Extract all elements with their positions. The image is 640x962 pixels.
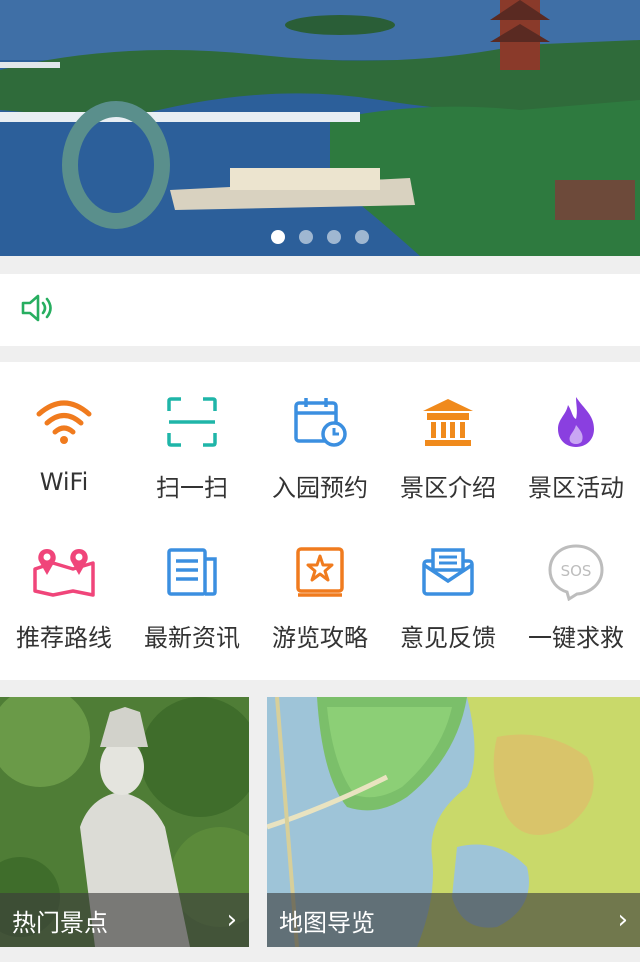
speaker-icon (20, 292, 56, 328)
grid-item-routes[interactable]: 推荐路线 (0, 540, 128, 660)
card-map-guide[interactable]: 地图导览 › (267, 697, 640, 947)
carousel-dot[interactable] (327, 230, 341, 244)
grid-item-label: 景区介绍 (400, 474, 496, 502)
grid-item-feedback[interactable]: 意见反馈 (384, 540, 512, 660)
feature-cards: 热门景点 › 地图导览 › (0, 697, 640, 947)
grid-item-label: 景区活动 (528, 474, 624, 502)
carousel-dot[interactable] (355, 230, 369, 244)
sos-icon: SOS (544, 540, 608, 604)
grid-item-label: 推荐路线 (16, 624, 112, 652)
card-caption: 地图导览 › (267, 893, 640, 947)
calendar-clock-icon (288, 390, 352, 454)
svg-text:SOS: SOS (561, 562, 592, 580)
card-hot-spots[interactable]: 热门景点 › (0, 697, 249, 947)
banner-image (0, 0, 640, 256)
grid-item-label: WiFi (39, 468, 89, 496)
grid-item-sos[interactable]: SOS 一键求救 (512, 540, 640, 660)
wifi-icon (32, 390, 96, 454)
grid-item-label: 游览攻略 (272, 624, 368, 652)
grid-item-introduction[interactable]: 景区介绍 (384, 390, 512, 510)
chevron-right-icon: › (226, 905, 237, 935)
grid-item-wifi[interactable]: WiFi (0, 390, 128, 510)
grid-item-news[interactable]: 最新资讯 (128, 540, 256, 660)
carousel-dot[interactable] (299, 230, 313, 244)
grid-item-label: 扫一扫 (156, 474, 228, 502)
function-grid: WiFi 扫一扫 入园预约 景区介绍 景区活动 推荐路线 最新资讯 游览攻略 意… (0, 362, 640, 680)
news-icon (160, 540, 224, 604)
grid-item-label: 最新资讯 (144, 624, 240, 652)
grid-item-scan[interactable]: 扫一扫 (128, 390, 256, 510)
grid-item-activities[interactable]: 景区活动 (512, 390, 640, 510)
temple-icon (416, 390, 480, 454)
grid-item-reservation[interactable]: 入园预约 (256, 390, 384, 510)
card-title: 热门景点 (12, 908, 108, 937)
card-caption: 热门景点 › (0, 893, 249, 947)
banner-carousel[interactable] (0, 0, 640, 256)
grid-item-guide[interactable]: 游览攻略 (256, 540, 384, 660)
scan-icon (160, 390, 224, 454)
grid-item-label: 入园预约 (272, 474, 368, 502)
chevron-right-icon: › (617, 905, 628, 935)
map-pin-icon (32, 540, 96, 604)
notice-bar[interactable] (0, 274, 640, 346)
grid-item-label: 一键求救 (528, 624, 624, 652)
flame-icon (544, 390, 608, 454)
mail-icon (416, 540, 480, 604)
guide-book-icon (288, 540, 352, 604)
carousel-dot[interactable] (271, 230, 285, 244)
card-title: 地图导览 (279, 908, 375, 937)
carousel-dots (0, 230, 640, 244)
grid-item-label: 意见反馈 (400, 624, 496, 652)
